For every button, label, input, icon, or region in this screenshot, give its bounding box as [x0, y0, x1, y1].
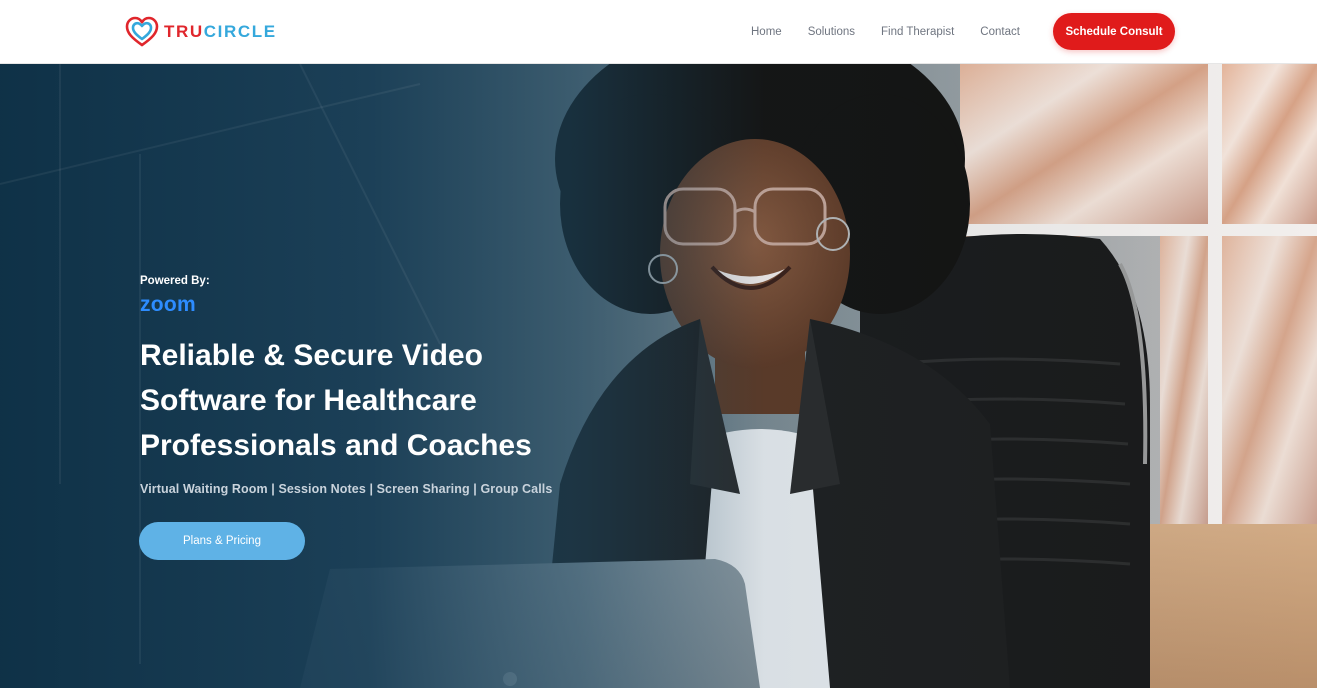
nav-contact[interactable]: Contact [980, 26, 1020, 38]
powered-by-label: Powered By: [140, 275, 210, 287]
hero-feature-list: Virtual Waiting Room | Session Notes | S… [140, 482, 553, 496]
hero-section: Powered By: zoom Reliable & Secure Video… [0, 64, 1317, 688]
headline-line-2: Software for Healthcare [140, 384, 477, 417]
brand-name-circle: CIRCLE [203, 22, 277, 41]
site-header: TRU CIRCLE Home Solutions Find Therapist… [0, 0, 1317, 64]
heart-circle-icon [125, 16, 159, 47]
plans-pricing-button[interactable]: Plans & Pricing [139, 522, 305, 560]
hero-headline: Reliable & Secure Video Software for Hea… [140, 333, 610, 468]
nav-solutions[interactable]: Solutions [808, 26, 855, 38]
brand-logo[interactable]: TRU CIRCLE [124, 14, 277, 50]
nav-find-therapist[interactable]: Find Therapist [881, 26, 954, 38]
headline-line-3: Professionals and Coaches [140, 429, 532, 462]
main-nav: Home Solutions Find Therapist Contact [751, 0, 1046, 64]
nav-home[interactable]: Home [751, 26, 782, 38]
schedule-consult-button[interactable]: Schedule Consult [1053, 13, 1175, 50]
headline-line-1: Reliable & Secure Video [140, 339, 483, 372]
brand-name-tru: TRU [164, 22, 204, 41]
zoom-logo: zoom [140, 293, 197, 316]
brand-wordmark: TRU CIRCLE [164, 22, 277, 42]
